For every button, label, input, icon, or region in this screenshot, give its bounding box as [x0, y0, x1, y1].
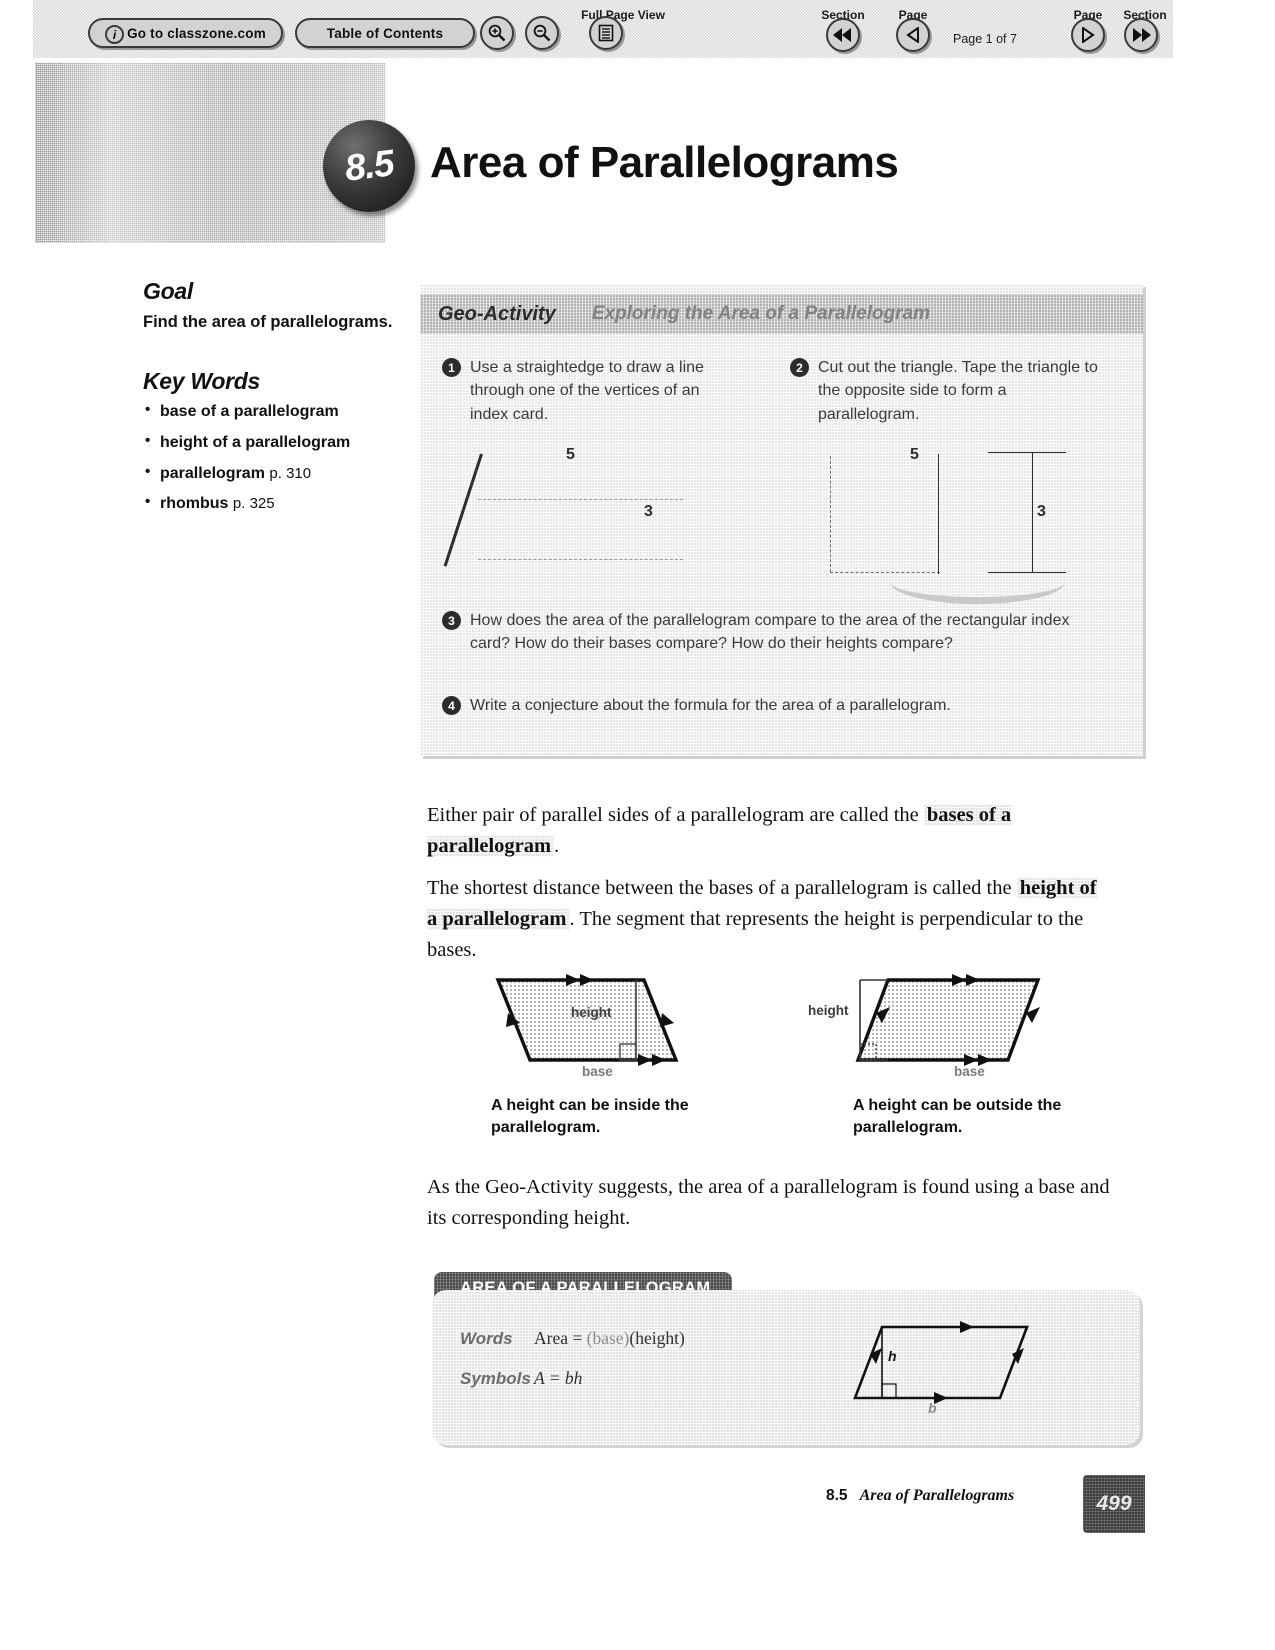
- formula-words-key: Words: [460, 1329, 513, 1348]
- goal-text: Find the area of parallelograms.: [143, 313, 393, 331]
- keywords-list: base of a parallelogram height of a para…: [143, 400, 408, 515]
- keyword-item[interactable]: parallelogram p. 310: [143, 462, 408, 485]
- goto-classzone-label: Go to classzone.com: [127, 25, 266, 41]
- paragraph-height: The shortest distance between the bases …: [427, 873, 1097, 965]
- geo-step: 1 Use a straightedge to draw a line thro…: [442, 356, 742, 426]
- straightedge-cut-line: [443, 453, 483, 567]
- figure1-top-dimension: 5: [566, 446, 575, 463]
- geo-step: 3 How does the area of the parallelogram…: [442, 609, 1102, 656]
- geo-activity-label: Geo-Activity: [438, 302, 556, 325]
- step-number: 1: [442, 358, 461, 377]
- formula-words-value: Area = (base)(height): [534, 1328, 685, 1349]
- keyword-term: rhombus: [160, 495, 229, 513]
- taped-triangle-top: [988, 452, 1066, 453]
- formula-symbols-row: Symbols A = bh: [460, 1368, 582, 1389]
- move-arrow-arc: [890, 560, 1065, 604]
- full-page-view-icon[interactable]: [589, 16, 623, 50]
- height-label: height: [808, 1003, 849, 1018]
- footer: 8.5 Area of Parallelograms: [826, 1487, 1014, 1505]
- keyword-term: parallelogram: [160, 464, 265, 482]
- formula-diagram: h b: [852, 1312, 1052, 1427]
- index-card-top-edge: [478, 499, 683, 500]
- viewer-toolbar: Go to classzone.com i Table of Contents …: [33, 0, 1173, 58]
- table-of-contents-label: Table of Contents: [326, 25, 444, 41]
- parallelogram-dashed-edge: [830, 456, 831, 572]
- page-indicator: Page 1 of 7: [953, 32, 1017, 46]
- figure-caption-inside: A height can be inside the parallelogram…: [491, 1097, 689, 1137]
- figure2-top-dimension: 5: [910, 446, 919, 463]
- geo-step: 4 Write a conjecture about the formula f…: [442, 694, 1112, 717]
- geo-activity-header: Geo-Activity Exploring the Area of a Par…: [420, 294, 1143, 334]
- parallelogram-figure-inside-height: height base: [486, 965, 696, 1085]
- prev-section-button[interactable]: [826, 18, 860, 52]
- parallelogram-figure-outside-height: height base: [808, 965, 1063, 1085]
- step-text: Cut out the triangle. Tape the triangle …: [818, 359, 1098, 423]
- keyword-term: height of a parallelogram: [160, 434, 351, 452]
- figure2-side-dimension: 3: [1037, 503, 1046, 520]
- para2-lead: The shortest distance between the bases …: [427, 877, 1017, 899]
- footer-section-title: Area of Parallelograms: [859, 1487, 1015, 1504]
- table-of-contents-button[interactable]: Table of Contents: [295, 18, 475, 48]
- next-section-button[interactable]: [1124, 18, 1158, 52]
- keyword-page: p. 325: [232, 495, 275, 513]
- zoom-in-icon[interactable]: [480, 16, 514, 50]
- para1-lead: Either pair of parallel sides of a paral…: [427, 804, 924, 826]
- paragraph-bases: Either pair of parallel sides of a paral…: [427, 800, 1117, 862]
- dimension-bar: [1032, 452, 1033, 573]
- figure-caption-outside: A height can be outside the parallelogra…: [853, 1097, 1062, 1137]
- keyword-item[interactable]: height of a parallelogram: [143, 431, 408, 454]
- step-text: How does the area of the parallelogram c…: [470, 612, 1070, 653]
- formula-symbols-value: A = bh: [534, 1368, 582, 1389]
- figure1-side-dimension: 3: [644, 503, 653, 520]
- base-label: base: [582, 1064, 613, 1079]
- keyword-item[interactable]: base of a parallelogram: [143, 400, 408, 423]
- formula-words-pre: Area =: [534, 1328, 587, 1348]
- step-number: 2: [790, 358, 809, 377]
- zoom-out-icon[interactable]: [525, 16, 559, 50]
- info-icon[interactable]: i: [105, 25, 124, 44]
- keyword-page: p. 310: [269, 464, 312, 482]
- section-number-badge: 8.5: [323, 120, 415, 212]
- goal-heading: Goal: [143, 278, 193, 304]
- height-label: height: [571, 1005, 612, 1020]
- step-text: Use a straightedge to draw a line throug…: [470, 359, 704, 423]
- para1-tail: .: [554, 834, 560, 857]
- formula-height-label: h: [888, 1348, 897, 1364]
- formula-words-base: (base): [586, 1328, 630, 1348]
- index-card-bottom-edge: [478, 559, 683, 560]
- formula-symbols-text: A = bh: [534, 1368, 583, 1388]
- full-page-view-label: Full Page View: [581, 8, 665, 22]
- formula-words-row: Words Area = (base)(height): [460, 1328, 685, 1349]
- keyword-term: base of a parallelogram: [160, 403, 339, 421]
- step-text: Write a conjecture about the formula for…: [470, 697, 951, 714]
- formula-symbols-key: Symbols: [460, 1369, 531, 1388]
- geo-step: 2 Cut out the triangle. Tape the triangl…: [790, 356, 1100, 426]
- prev-page-button[interactable]: [896, 18, 930, 52]
- page-title: Area of Parallelograms: [430, 138, 899, 187]
- page-number: 499: [1096, 1492, 1132, 1515]
- formula-base-label: b: [928, 1400, 937, 1416]
- paragraph-area-intro: As the Geo-Activity suggests, the area o…: [427, 1176, 1110, 1229]
- next-page-button[interactable]: [1071, 18, 1105, 52]
- base-label: base: [954, 1064, 985, 1079]
- footer-section-number: 8.5: [826, 1487, 848, 1504]
- geo-activity-subtitle: Exploring the Area of a Parallelogram: [591, 303, 931, 324]
- formula-box: Words Area = (base)(height) Symbols A = …: [432, 1290, 1140, 1445]
- keyword-item[interactable]: rhombus p. 325: [143, 492, 408, 515]
- formula-words-height: (height): [629, 1328, 685, 1348]
- geo-activity-box: Geo-Activity Exploring the Area of a Par…: [420, 284, 1143, 756]
- page-number-tab: 499: [1083, 1475, 1145, 1533]
- parallelogram-vertical-edge: [938, 454, 939, 574]
- sidebar: Goal Find the area of parallelograms. Ke…: [143, 278, 408, 524]
- section-number: 8.5: [342, 142, 396, 189]
- keywords-heading: Key Words: [143, 368, 261, 395]
- step-number: 4: [442, 696, 461, 715]
- step-number: 3: [442, 611, 461, 630]
